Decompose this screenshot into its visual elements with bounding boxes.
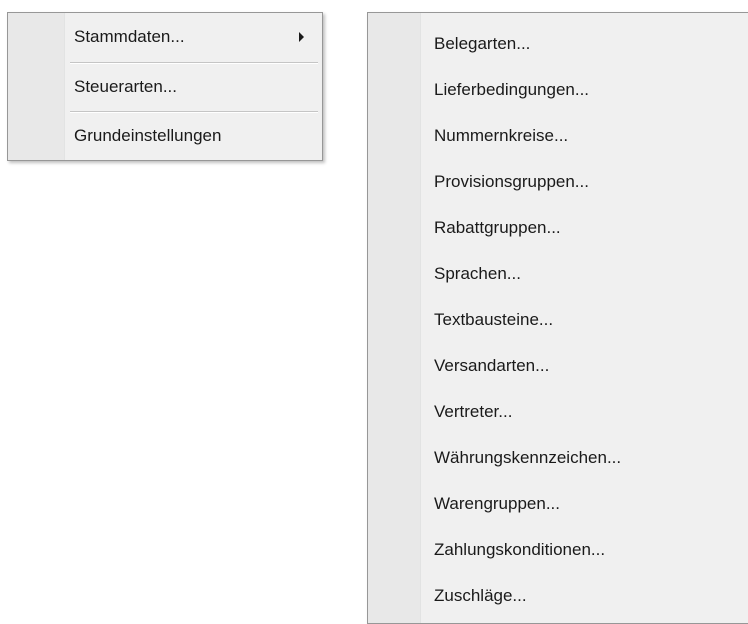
submenu-item-vertreter[interactable]: Vertreter...: [368, 389, 748, 435]
submenu-item-rabattgruppen[interactable]: Rabattgruppen...: [368, 205, 748, 251]
menu-item-stammdaten[interactable]: Stammdaten...: [8, 14, 322, 60]
submenu-item-provisionsgruppen[interactable]: Provisionsgruppen...: [368, 159, 748, 205]
submenu-item-sprachen[interactable]: Sprachen...: [368, 251, 748, 297]
menu-item-label: Belegarten...: [434, 34, 531, 53]
menu-item-label: Textbausteine...: [434, 310, 554, 329]
submenu-item-textbausteine[interactable]: Textbausteine...: [368, 297, 748, 343]
menu-item-label: Grundeinstellungen: [74, 126, 222, 145]
menu-item-label: Sprachen...: [434, 264, 521, 283]
submenu-arrow-icon: [299, 32, 304, 42]
menu-item-label: Provisionsgruppen...: [434, 172, 589, 191]
submenu-item-zuschlaege[interactable]: Zuschläge...: [368, 573, 748, 619]
submenu-item-nummernkreise[interactable]: Nummernkreise...: [368, 113, 748, 159]
menu-item-label: Steuerarten...: [74, 77, 178, 96]
menu-item-label: Lieferbedingungen...: [434, 80, 590, 99]
menu-item-label: Nummernkreise...: [434, 126, 569, 145]
menu-item-steuerarten[interactable]: Steuerarten...: [8, 64, 322, 110]
stammdaten-submenu: Belegarten... Lieferbedingungen... Numme…: [367, 12, 748, 624]
submenu-item-warengruppen[interactable]: Warengruppen...: [368, 481, 748, 527]
submenu-item-lieferbedingungen[interactable]: Lieferbedingungen...: [368, 67, 748, 113]
main-context-menu: Stammdaten... Steuerarten... Grundeinste…: [7, 12, 323, 161]
menu-item-label: Währungskennzeichen...: [434, 448, 622, 467]
menu-item-label: Vertreter...: [434, 402, 513, 421]
submenu-item-zahlungskonditionen[interactable]: Zahlungskonditionen...: [368, 527, 748, 573]
submenu-item-waehrungskennzeichen[interactable]: Währungskennzeichen...: [368, 435, 748, 481]
menu-item-grundeinstellungen[interactable]: Grundeinstellungen: [8, 113, 322, 159]
submenu-item-versandarten[interactable]: Versandarten...: [368, 343, 748, 389]
menu-item-label: Rabattgruppen...: [434, 218, 561, 237]
menu-item-label: Zahlungskonditionen...: [434, 540, 606, 559]
menu-item-label: Versandarten...: [434, 356, 550, 375]
menu-item-label: Zuschläge...: [434, 586, 527, 605]
submenu-item-belegarten[interactable]: Belegarten...: [368, 21, 748, 67]
menu-item-label: Stammdaten...: [74, 27, 185, 46]
menu-item-label: Warengruppen...: [434, 494, 560, 513]
